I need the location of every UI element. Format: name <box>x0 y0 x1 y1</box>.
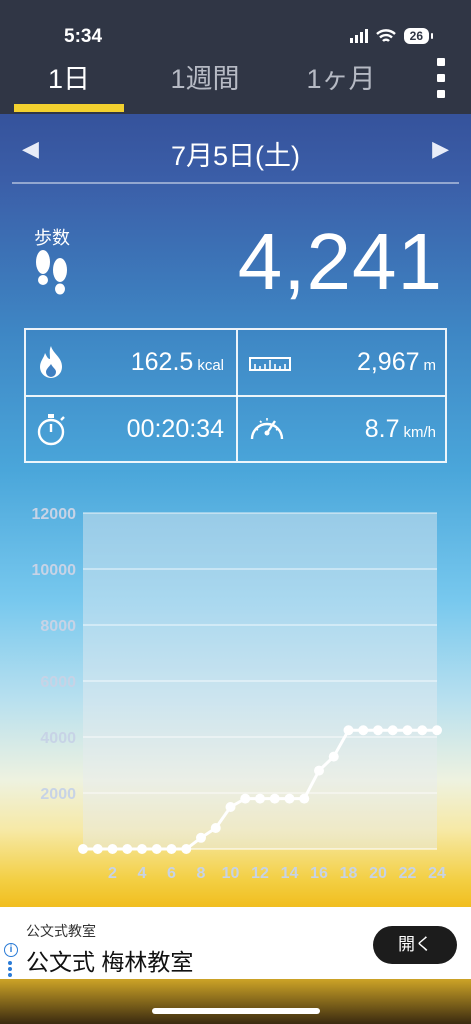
data-point <box>299 793 310 804</box>
status-time: 5:34 <box>64 26 103 47</box>
status-bar: 5:34 26 <box>0 0 471 58</box>
x-tick-label: 24 <box>428 865 446 882</box>
stats-grid: 162.5 kcal 2,967 m 00:20:34 8.7 km/h <box>24 328 447 463</box>
data-point <box>284 793 295 804</box>
calories-value: 162.5 <box>130 348 194 376</box>
ad-title: 公文式 梅林教室 <box>26 949 194 975</box>
active-tab-indicator <box>14 104 124 112</box>
ad-open-button[interactable]: 開く <box>373 926 457 964</box>
tab-week[interactable]: 1週間 <box>150 58 260 114</box>
data-point <box>402 725 413 736</box>
speed-unit: km/h <box>403 424 436 441</box>
y-tick-label: 2000 <box>40 786 76 803</box>
data-point <box>78 844 88 854</box>
x-tick-label: 8 <box>197 865 206 882</box>
cellular-signal-icon <box>349 29 368 43</box>
data-point <box>181 844 192 854</box>
duration-cell: 00:20:34 <box>26 397 236 463</box>
x-tick-label: 14 <box>281 865 299 882</box>
data-point <box>343 725 354 736</box>
x-tick-label: 16 <box>310 865 328 882</box>
y-tick-label: 10000 <box>32 562 77 579</box>
y-tick-label: 8000 <box>40 618 76 635</box>
more-menu-icon[interactable] <box>431 58 451 98</box>
distance-value: 2,967 <box>356 348 420 376</box>
data-point <box>387 725 398 736</box>
data-point <box>137 844 147 854</box>
tab-month[interactable]: 1ヶ月 <box>286 58 396 114</box>
data-point <box>358 725 369 736</box>
data-point <box>210 823 221 833</box>
x-tick-label: 6 <box>167 865 176 882</box>
ad-info-icon[interactable]: i <box>4 943 18 957</box>
data-point <box>166 844 177 854</box>
x-tick-label: 4 <box>138 865 147 882</box>
x-tick-label: 12 <box>251 865 269 882</box>
date-navigator: ◀ 7月5日(土) ▶ <box>12 118 459 184</box>
current-date: 7月5日(土) <box>170 141 300 171</box>
battery-icon: 26 <box>403 28 434 44</box>
speed-value: 8.7 <box>364 415 400 443</box>
data-point <box>314 765 324 776</box>
data-point <box>196 832 206 843</box>
ruler-icon <box>249 357 291 371</box>
data-point <box>122 844 133 854</box>
steps-label: 歩数 <box>34 228 70 248</box>
y-tick-label: 4000 <box>40 730 76 747</box>
duration-value: 00:20:34 <box>126 415 224 443</box>
hourly-steps-chart: 200040006000800010000120002 4 6 8 10 12 14 16 18… <box>32 506 447 882</box>
y-tick-label: 6000 <box>40 674 76 691</box>
x-tick-label: 10 <box>222 865 240 882</box>
x-tick-label: 18 <box>340 865 358 882</box>
next-day-button[interactable]: ▶ <box>432 136 449 162</box>
distance-unit: m <box>423 357 437 374</box>
ad-choices-icon <box>8 961 12 979</box>
data-point <box>269 793 280 804</box>
calories-unit: kcal <box>197 357 224 374</box>
x-tick-label: 2 <box>108 865 117 882</box>
steps-count: 4,241 <box>237 217 443 306</box>
flame-icon <box>40 346 62 378</box>
data-point <box>225 802 236 812</box>
ad-banner[interactable]: i 公文式教室 公文式 梅林教室 開く <box>0 907 471 979</box>
data-point <box>107 844 118 854</box>
ad-subtitle: 公文式教室 <box>26 923 96 939</box>
data-point <box>432 725 442 736</box>
data-point <box>240 793 251 804</box>
data-point <box>417 725 428 736</box>
footprints-icon <box>36 250 67 295</box>
data-point <box>92 844 103 854</box>
data-point <box>328 751 339 762</box>
y-tick-label: 12000 <box>32 506 77 523</box>
x-tick-label: 20 <box>369 865 387 882</box>
period-tab-bar: 1日 1週間 1ヶ月 <box>0 58 471 114</box>
home-indicator[interactable] <box>152 1008 320 1014</box>
stopwatch-icon <box>37 414 65 446</box>
speed-cell: 8.7 km/h <box>238 397 448 463</box>
distance-cell: 2,967 m <box>238 330 448 396</box>
status-icons: 26 <box>349 28 434 44</box>
x-tick-label: 22 <box>399 865 417 882</box>
data-point <box>151 844 162 854</box>
wifi-icon <box>375 28 396 42</box>
data-point <box>255 793 265 804</box>
data-point <box>373 725 383 736</box>
speedometer-icon <box>250 418 284 440</box>
calories-cell: 162.5 kcal <box>26 330 236 396</box>
